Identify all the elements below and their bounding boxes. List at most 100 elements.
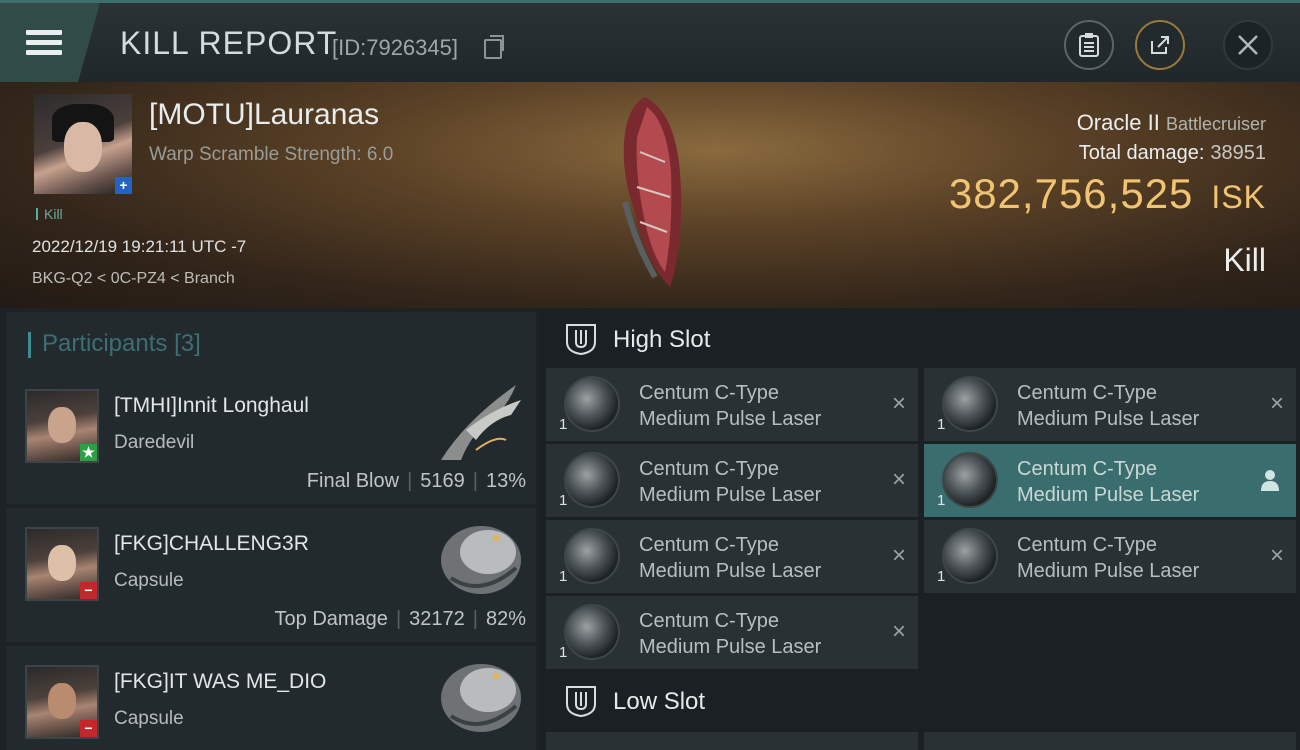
low-slot-header: Low Slot xyxy=(546,670,1300,730)
module-name: Centum C-Type Medium Pulse Laser xyxy=(1017,380,1199,432)
kill-tag: Kill xyxy=(36,206,63,222)
standing-badge: ★ xyxy=(80,444,97,461)
module-name-line2: Medium Pulse Laser xyxy=(639,636,822,658)
ship-class: Battlecruiser xyxy=(1165,114,1266,134)
pulse-laser-icon xyxy=(942,452,998,508)
separator: | xyxy=(395,608,402,630)
module-slot-partial[interactable] xyxy=(924,732,1296,750)
destroyed-x-icon: × xyxy=(891,618,906,645)
capsule-ship-image[interactable] xyxy=(436,518,526,603)
participant-portrait[interactable]: − xyxy=(25,527,99,601)
high-slot-icon xyxy=(566,324,596,356)
module-name-line2: Medium Pulse Laser xyxy=(1017,408,1200,430)
isk-value: 382,756,525 ISK xyxy=(949,170,1266,218)
module-name-line1: Centum C-Type xyxy=(1017,382,1158,404)
participant-ship: Daredevil xyxy=(114,432,195,453)
participant-portrait[interactable]: ★ xyxy=(25,389,99,463)
stat-damage: 32172 xyxy=(409,608,465,630)
participant-ship: Capsule xyxy=(114,570,184,591)
portrait-face xyxy=(48,545,76,581)
participant-ship: Capsule xyxy=(114,708,184,729)
participant-row[interactable]: − [FKG]CHALLENG3R Capsule Top Damage | 321… xyxy=(6,508,536,642)
module-slot[interactable]: 1 Centum C-Type Medium Pulse Laser × xyxy=(546,444,918,517)
title-bar: KILL REPORT [ID:7926345] xyxy=(0,0,1300,82)
module-slot-partial[interactable] xyxy=(546,732,918,750)
module-name-line1: Centum C-Type xyxy=(1017,534,1158,556)
pulse-laser-icon xyxy=(564,528,620,584)
participants-header: Participants [3] xyxy=(6,312,536,370)
high-slot-label: High Slot xyxy=(613,326,711,353)
destroyed-x-icon: × xyxy=(891,466,906,493)
module-slot[interactable]: 1 Centum C-Type Medium Pulse Laser × xyxy=(924,520,1296,593)
portrait-face xyxy=(64,122,102,172)
victim-ship-name[interactable]: Oracle II Battlecruiser xyxy=(1077,110,1266,136)
victim-ship-image[interactable] xyxy=(615,92,695,292)
participants-count: [3] xyxy=(174,330,201,357)
pulse-laser-icon xyxy=(564,452,620,508)
victim-portrait[interactable]: + xyxy=(34,94,132,194)
module-name: Centum C-Type Medium Pulse Laser xyxy=(1017,456,1199,508)
high-slot-header: High Slot xyxy=(546,308,1300,368)
module-name: Centum C-Type Medium Pulse Laser xyxy=(639,380,821,432)
module-slot[interactable]: 1 Centum C-Type Medium Pulse Laser × xyxy=(546,596,918,669)
module-slot[interactable]: 1 Centum C-Type Medium Pulse Laser × xyxy=(924,368,1296,441)
close-button[interactable] xyxy=(1223,20,1273,70)
participant-row[interactable]: − [FKG]IT WAS ME_DIO Capsule xyxy=(6,646,536,750)
participant-row[interactable]: ★ [TMHI]Innit Longhaul Daredevil Final B… xyxy=(6,370,536,504)
module-name-line1: Centum C-Type xyxy=(639,610,780,632)
standing-badge: + xyxy=(115,177,132,194)
victim-name[interactable]: [MOTU]Lauranas xyxy=(149,98,379,132)
pulse-laser-icon xyxy=(564,376,620,432)
module-name-line2: Medium Pulse Laser xyxy=(639,484,822,506)
ship-name: Oracle II xyxy=(1076,110,1160,135)
module-quantity: 1 xyxy=(559,568,568,585)
separator: | xyxy=(472,470,478,492)
destroyed-x-icon: × xyxy=(891,542,906,569)
capsule-ship-image[interactable] xyxy=(436,656,526,741)
module-name: Centum C-Type Medium Pulse Laser xyxy=(639,456,821,508)
participant-name[interactable]: [FKG]IT WAS ME_DIO xyxy=(114,670,326,694)
module-quantity: 1 xyxy=(937,568,946,585)
kill-location[interactable]: BKG-Q2 < 0C-PZ4 < Branch xyxy=(32,270,235,288)
portrait-face xyxy=(48,683,76,719)
standing-badge: − xyxy=(80,720,97,737)
destroyed-x-icon: × xyxy=(891,390,906,417)
pulse-laser-icon xyxy=(942,376,998,432)
daredevil-ship-image[interactable] xyxy=(436,380,526,465)
separator: | xyxy=(407,470,413,492)
low-slot-icon xyxy=(566,686,596,718)
separator: | xyxy=(472,608,478,630)
module-quantity: 1 xyxy=(559,644,568,661)
module-quantity: 1 xyxy=(937,416,946,433)
participants-panel: Participants [3] ★ [TMHI]Innit Longhaul … xyxy=(0,308,540,750)
menu-button[interactable] xyxy=(0,3,100,82)
module-name-line2: Medium Pulse Laser xyxy=(1017,484,1200,506)
copy-icon[interactable] xyxy=(484,35,504,59)
module-name-line2: Medium Pulse Laser xyxy=(639,560,822,582)
module-slot-selected[interactable]: 1 Centum C-Type Medium Pulse Laser xyxy=(924,444,1296,517)
participant-stats: Final Blow | 5169 | 13% xyxy=(307,470,526,493)
stat-percent: 13% xyxy=(485,470,526,492)
clipboard-button[interactable] xyxy=(1064,20,1114,70)
module-slot[interactable]: 1 Centum C-Type Medium Pulse Laser × xyxy=(546,368,918,441)
module-name: Centum C-Type Medium Pulse Laser xyxy=(639,608,821,660)
module-name: Centum C-Type Medium Pulse Laser xyxy=(1017,532,1199,584)
module-name-line1: Centum C-Type xyxy=(1017,458,1158,480)
participant-name[interactable]: [TMHI]Innit Longhaul xyxy=(114,394,309,418)
portrait-face xyxy=(48,407,76,443)
module-name-line1: Centum C-Type xyxy=(639,458,780,480)
module-slot[interactable]: 1 Centum C-Type Medium Pulse Laser × xyxy=(546,520,918,593)
clipboard-icon xyxy=(1079,33,1099,57)
isk-amount: 382,756,525 xyxy=(948,170,1194,217)
close-icon xyxy=(1238,35,1258,55)
module-name: Centum C-Type Medium Pulse Laser xyxy=(639,532,821,584)
module-quantity: 1 xyxy=(937,492,946,509)
module-quantity: 1 xyxy=(559,492,568,509)
hamburger-icon xyxy=(26,25,62,60)
participant-name[interactable]: [FKG]CHALLENG3R xyxy=(114,532,309,556)
module-name-line2: Medium Pulse Laser xyxy=(639,408,822,430)
destroyed-x-icon: × xyxy=(1269,542,1284,569)
participant-portrait[interactable]: − xyxy=(25,665,99,739)
module-quantity: 1 xyxy=(559,416,568,433)
share-button[interactable] xyxy=(1135,20,1185,70)
